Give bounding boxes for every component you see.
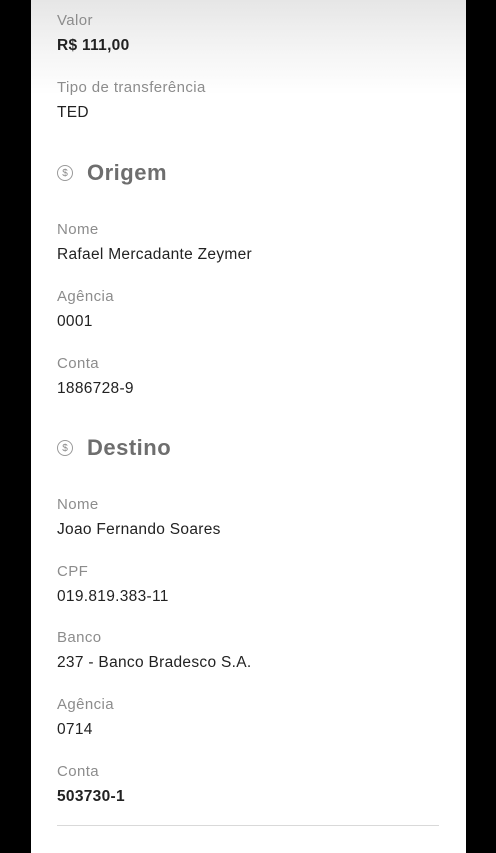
field-value: R$ 111,00: [57, 37, 130, 54]
field-label: Nome: [57, 496, 99, 513]
field-destino-conta: Conta 503730-1: [57, 763, 125, 806]
field-label: Valor: [57, 12, 93, 29]
section-title: Destino: [87, 435, 172, 460]
field-valor: Valor R$ 111,00: [57, 12, 130, 55]
field-value: TED: [57, 104, 89, 121]
field-label: CPF: [57, 563, 89, 580]
field-value: 503730-1: [57, 788, 125, 805]
field-label: Banco: [57, 629, 102, 646]
field-destino-nome: Nome Joao Fernando Soares: [57, 496, 221, 539]
field-origem-conta: Conta 1886728-9: [57, 355, 134, 398]
section-title: Origem: [87, 160, 168, 185]
field-label: Agência: [57, 696, 115, 713]
field-label: Nome: [57, 221, 99, 238]
field-label: Conta: [57, 763, 100, 780]
field-value: 019.819.383-11: [57, 588, 169, 605]
field-value: 0001: [57, 313, 93, 330]
divider: [57, 825, 439, 826]
field-destino-agencia: Agência 0714: [57, 696, 114, 739]
field-value: 1886728-9: [57, 380, 134, 397]
field-origem-nome: Nome Rafael Mercadante Zeymer: [57, 221, 252, 264]
field-value: Joao Fernando Soares: [57, 521, 221, 538]
field-value: 237 - Banco Bradesco S.A.: [57, 654, 252, 671]
coin-icon: $: [57, 165, 73, 181]
field-value: 0714: [57, 721, 93, 738]
field-label: Tipo de transferência: [57, 79, 206, 96]
transfer-receipt-panel: Valor R$ 111,00 Tipo de transferência TE…: [31, 0, 466, 853]
field-tipo-transferencia: Tipo de transferência TED: [57, 79, 206, 122]
section-header-origem: $ Origem: [57, 160, 167, 186]
field-value: Rafael Mercadante Zeymer: [57, 246, 253, 263]
field-destino-banco: Banco 237 - Banco Bradesco S.A.: [57, 629, 251, 672]
field-origem-agencia: Agência 0001: [57, 288, 114, 331]
field-label: Conta: [57, 355, 100, 372]
section-header-destino: $ Destino: [57, 435, 171, 461]
coin-icon: $: [57, 440, 73, 456]
field-destino-cpf: CPF 019.819.383-11: [57, 563, 169, 606]
field-label: Agência: [57, 288, 115, 305]
